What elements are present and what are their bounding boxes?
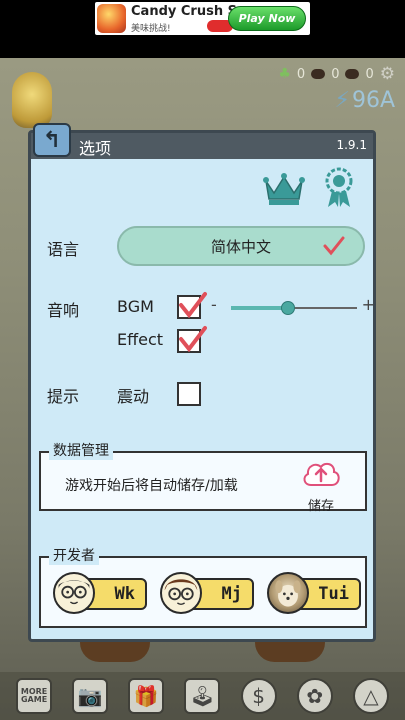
slider-fill [231,306,288,310]
cloud-upload-icon [303,462,340,486]
sprout-icon: ♣ [278,66,291,82]
ad-banner[interactable]: Candy Crush Saga 美味挑战! Play Now [95,2,310,35]
checkmark-icon [179,326,207,353]
developer-tui-avatar [267,572,309,614]
save-button[interactable]: 储存 [297,459,345,514]
joystick-icon[interactable]: 🕹 [184,678,221,714]
gear-icon[interactable]: ⚙ [380,64,395,84]
data-management-title: 数据管理 [49,440,113,460]
bgm-volume-slider[interactable]: - + [211,295,375,318]
vibrate-checkbox[interactable] [177,382,201,406]
hint-label: 提示 [47,387,80,406]
developer-tui-button[interactable]: Tui [267,572,361,614]
energy-display: ⚡96A [335,88,396,113]
developer-mj-button[interactable]: Mj [160,572,254,614]
back-arrow-icon: ↰ [42,127,62,153]
back-button[interactable]: ↰ [33,123,71,157]
checkmark-icon [323,236,345,256]
glasses-face-icon [58,580,90,605]
more-game-label: MORE GAME [20,687,48,704]
ad-play-button[interactable]: Play Now [228,6,306,31]
seed-count: 0 [365,66,374,82]
auto-save-text: 游戏开始后将自动储存/加载 [65,478,238,494]
volume-minus: - [211,295,217,314]
bgm-label: BGM [117,297,154,316]
sprout-count: 0 [296,66,306,82]
panel-header: 选项 1.9.1 [31,133,373,159]
developer-wk-avatar [53,572,95,614]
effect-checkbox[interactable] [177,326,207,353]
version-label: 1.9.1 [336,138,367,152]
effect-label: Effect [117,330,164,349]
flower-icon[interactable]: ✿ [296,678,333,714]
light-bulb-icon [12,72,52,128]
language-label: 语言 [47,240,80,259]
developer-list: Wk Mj Tui [53,572,361,618]
checkmark-icon [179,292,207,319]
dog-photo-icon [275,580,301,607]
bgm-checkbox[interactable] [177,292,207,319]
triangle-icon[interactable]: △ [352,678,389,714]
seed-icon [345,69,360,79]
glasses-face-icon [164,579,198,605]
crown-icon[interactable] [263,171,305,207]
bottom-toolbar: MORE GAME 📷 🎁 🕹 $ ✿ △ [0,672,405,720]
lightning-icon: ⚡ [334,88,350,113]
developers-section: 开发者 Wk Mj Tui [39,545,367,628]
sound-label: 音响 [47,301,80,320]
save-label: 储存 [307,499,334,514]
panel-title: 选项 [79,139,112,158]
resource-counters: ♣ 0 0 0 ⚙ [278,64,395,84]
more-game-button[interactable]: MORE GAME [16,678,53,714]
basket-left [80,640,150,662]
camera-icon[interactable]: 📷 [72,678,109,714]
achievement-medal-icon[interactable] [323,167,355,209]
language-select[interactable]: 简体中文 [117,226,365,266]
ad-subtitle: 美味挑战! [131,24,171,34]
volume-plus: + [361,295,375,314]
options-panel: 选项 1.9.1 ↰ 语言 简体中文 音响 BGM - + Effect 提示 … [28,123,376,642]
bean-count: 0 [331,66,340,82]
language-value: 简体中文 [210,237,271,256]
developer-wk-button[interactable]: Wk [53,572,147,614]
coin-icon[interactable]: $ [240,678,277,714]
candy-crush-logo-icon [97,4,126,33]
data-management-section: 数据管理 游戏开始后将自动储存/加载 储存 [39,440,367,514]
bean-icon [311,69,326,79]
developer-mj-avatar [160,572,202,614]
gift-icon[interactable]: 🎁 [128,678,165,714]
slider-thumb[interactable] [281,301,295,315]
vibrate-label: 震动 [117,387,150,406]
ad-bar: Candy Crush Saga 美味挑战! Play Now [0,0,405,58]
basket-right [255,640,325,662]
developers-title: 开发者 [49,545,99,565]
energy-value: 96A [351,88,395,113]
